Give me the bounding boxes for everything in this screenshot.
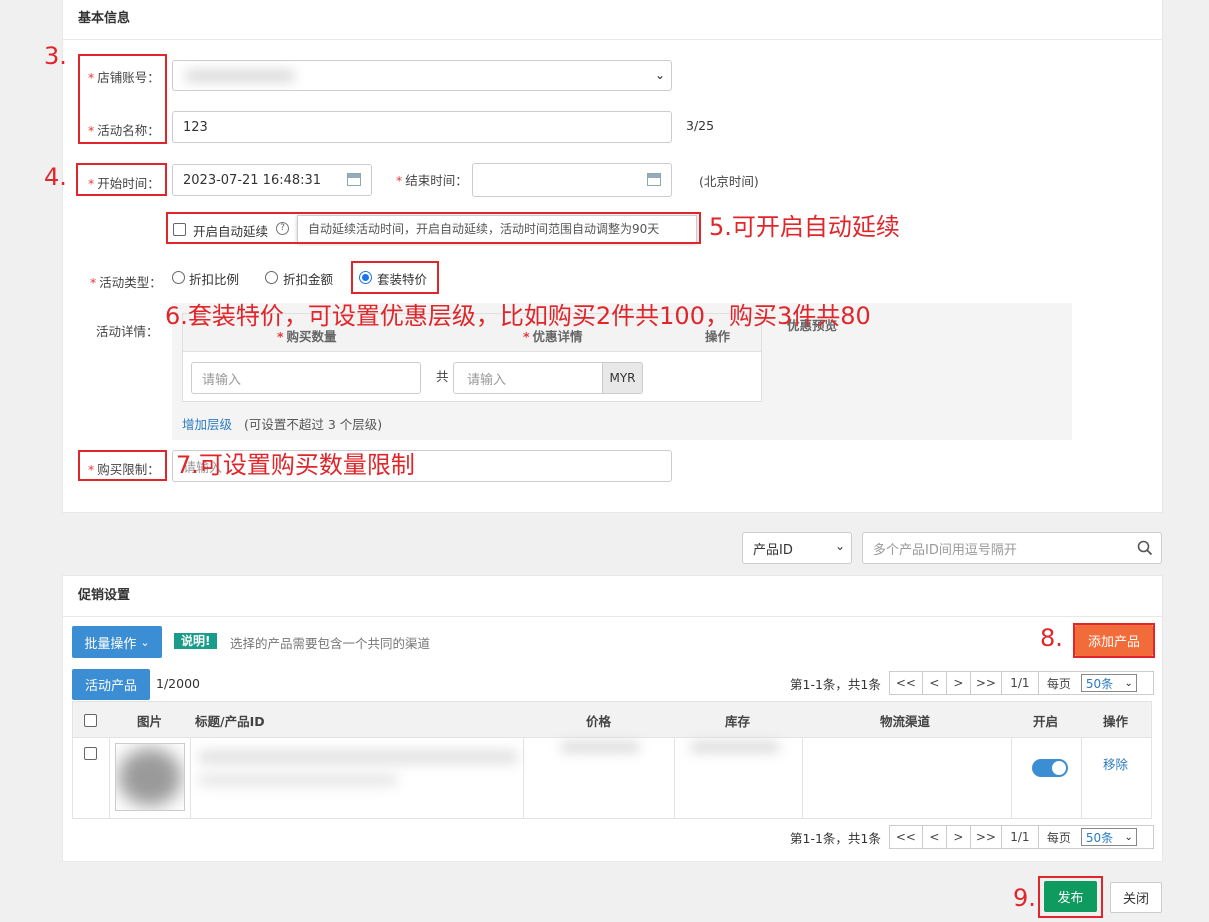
pager-bottom: 第1-1条，共1条 << < > >> 1/1 每页 50条 ⌄ <box>790 824 1154 850</box>
pager-top: 第1-1条，共1条 << < > >> 1/1 每页 50条 ⌄ <box>790 670 1154 696</box>
col-logistics: 物流渠道 <box>880 714 931 729</box>
close-button[interactable]: 关闭 <box>1110 882 1162 913</box>
radio-discount-amount[interactable] <box>265 271 278 284</box>
annotation-box-shop-name <box>78 54 167 144</box>
pager-next[interactable]: > <box>945 825 971 849</box>
annotation-3: 3. <box>44 42 67 70</box>
batch-operation-button[interactable]: 批量操作 ⌄ <box>72 626 162 658</box>
currency-addon: MYR <box>602 363 642 393</box>
basic-info-title: 基本信息 <box>63 0 1162 40</box>
end-time-label: * 结束时间： <box>396 173 468 188</box>
annotation-4: 4. <box>44 163 67 191</box>
blurred-product-price <box>560 742 640 752</box>
annotation-box-start-time <box>76 163 167 196</box>
pager-first[interactable]: << <box>888 671 923 695</box>
pager-next[interactable]: > <box>945 671 971 695</box>
annotation-6: 6.套装特价，可设置优惠层级，比如购买2件共100，购买3件共80 <box>165 302 871 330</box>
per-page-select[interactable]: 50条 ⌄ <box>1080 674 1137 692</box>
toggle-knob <box>1052 761 1066 775</box>
col-image: 图片 <box>137 714 163 729</box>
pager-info: 第1-1条，共1条 <box>790 676 881 692</box>
col-price: 价格 <box>586 714 612 729</box>
calendar-icon[interactable] <box>647 173 661 186</box>
col-title: 标题/产品ID <box>195 714 265 729</box>
chevron-down-icon: ⌄ <box>654 68 665 82</box>
note-text: 选择的产品需要包含一个共同的渠道 <box>230 636 431 651</box>
chevron-down-icon: ⌄ <box>1124 677 1133 689</box>
search-field-select[interactable]: 产品ID ⌄ <box>742 532 852 564</box>
remove-link[interactable]: 移除 <box>1103 754 1128 773</box>
per-page-box: 每页 50条 ⌄ <box>1037 671 1154 695</box>
pager-last[interactable]: >> <box>969 671 1002 695</box>
option-discount-amount[interactable]: 折扣金额 <box>283 269 333 288</box>
pager-prev[interactable]: < <box>921 671 947 695</box>
pager-info: 第1-1条，共1条 <box>790 830 881 846</box>
tab-active-products[interactable]: 活动产品 <box>72 669 150 700</box>
add-tier-note: (可设置不超过 3 个层级) <box>244 417 383 432</box>
col-enable: 开启 <box>1033 714 1059 729</box>
annotation-box-bundle-price <box>351 261 439 294</box>
add-tier-link[interactable]: 增加层级 <box>182 414 232 433</box>
col-action: 操作 <box>1103 714 1129 729</box>
annotation-box-purchase-limit <box>78 450 167 481</box>
col-stock: 库存 <box>725 714 751 729</box>
per-page-select[interactable]: 50条 ⌄ <box>1080 828 1137 846</box>
annotation-box-publish <box>1038 876 1103 918</box>
radio-discount-ratio[interactable] <box>172 271 185 284</box>
blurred-product-stock <box>690 742 780 752</box>
activity-name-input[interactable]: 123 <box>172 111 672 143</box>
start-time-input[interactable]: 2023-07-21 16:48:31 <box>172 164 372 196</box>
timezone-text: (北京时间) <box>699 174 759 189</box>
select-all-checkbox[interactable] <box>84 714 97 727</box>
tier-qty-input[interactable]: 请输入 <box>191 362 421 394</box>
product-id-search-input[interactable]: 多个产品ID间用逗号隔开 <box>862 532 1162 564</box>
activity-name-count: 3/25 <box>686 118 715 133</box>
annotation-box-add-product <box>1073 623 1155 658</box>
blurred-product-title <box>198 750 518 764</box>
annotation-9: 9. <box>1013 884 1036 912</box>
activity-detail-label: 活动详情： <box>96 324 159 339</box>
blurred-product-id <box>198 774 398 786</box>
annotation-box-auto-extend <box>166 212 701 244</box>
per-page-box: 每页 50条 ⌄ <box>1037 825 1154 849</box>
annotation-5: 5.可开启自动延续 <box>709 213 900 241</box>
chevron-down-icon: ⌄ <box>834 539 845 553</box>
blurred-shop-name <box>185 70 295 82</box>
active-product-count: 1/2000 <box>156 676 200 691</box>
promo-settings-title: 促销设置 <box>63 576 1162 617</box>
end-time-input[interactable] <box>472 163 672 197</box>
annotation-8: 8. <box>1040 624 1063 652</box>
product-image <box>115 743 185 811</box>
pager-prev[interactable]: < <box>921 825 947 849</box>
row-checkbox[interactable] <box>84 747 97 760</box>
calendar-icon[interactable] <box>347 173 361 186</box>
tier-price-input[interactable]: 请输入 MYR <box>453 362 643 394</box>
pager-page: 1/1 <box>1000 671 1039 695</box>
chevron-down-icon: ⌄ <box>1124 831 1133 843</box>
pager-page: 1/1 <box>1000 825 1039 849</box>
note-badge: 说明! <box>174 633 218 649</box>
search-icon[interactable] <box>1137 540 1153 556</box>
shop-account-select[interactable]: ⌄ <box>172 60 672 91</box>
tier-total-word: 共 <box>436 369 449 384</box>
chevron-down-icon: ⌄ <box>140 635 150 649</box>
pager-last[interactable]: >> <box>969 825 1002 849</box>
annotation-7: 7.可设置购买数量限制 <box>176 451 415 479</box>
option-discount-ratio[interactable]: 折扣比例 <box>189 269 239 288</box>
pager-first[interactable]: << <box>888 825 923 849</box>
activity-type-label: * 活动类型： <box>90 275 162 290</box>
enable-toggle[interactable] <box>1032 759 1068 777</box>
